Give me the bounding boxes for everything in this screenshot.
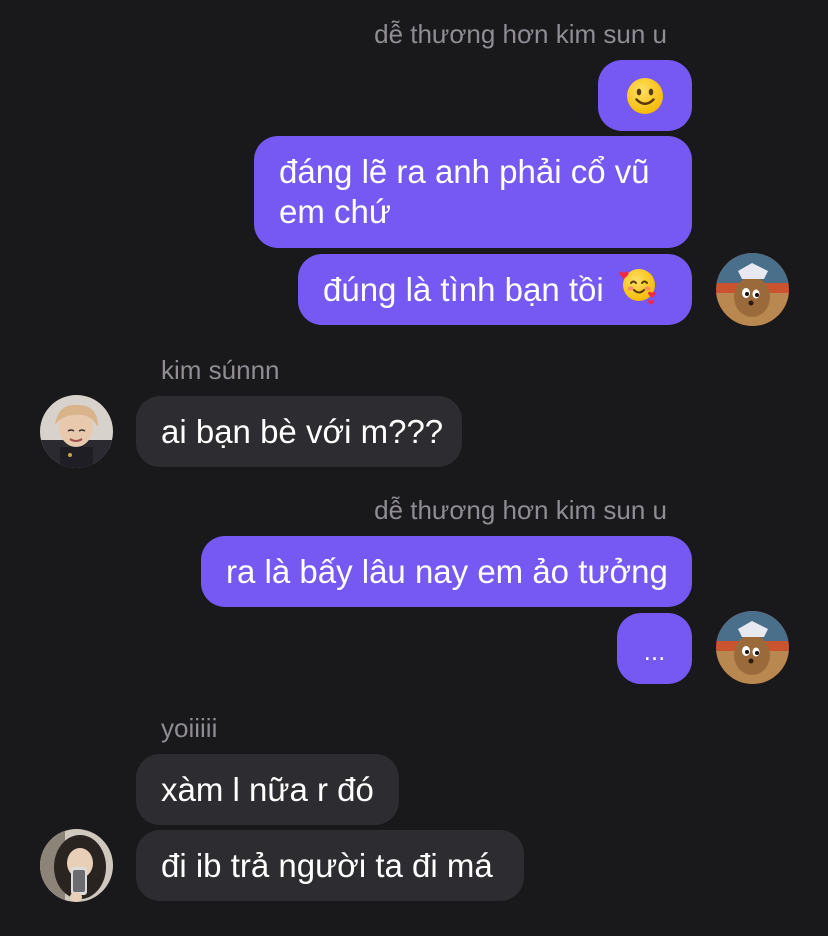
cartoon-mouse-avatar[interactable] xyxy=(716,611,789,684)
message-text: em chứ xyxy=(279,193,391,230)
message-text: xàm l nữa r đó xyxy=(161,771,374,808)
person-photo-avatar[interactable] xyxy=(40,395,113,468)
message-text: ai bạn bè với m??? xyxy=(161,413,444,450)
message-text: đi ib trả người ta đi má xyxy=(161,847,493,884)
message-bubble[interactable] xyxy=(598,60,692,131)
message-bubble[interactable]: đi ib trả người ta đi má xyxy=(136,830,524,901)
sender-name: dễ thương hơn kim sun u xyxy=(374,19,667,49)
sender-name: dễ thương hơn kim sun u xyxy=(374,495,667,525)
message-bubble[interactable]: ... xyxy=(617,613,692,684)
person-selfie-avatar[interactable] xyxy=(40,829,113,902)
slightly-smiling-face-icon xyxy=(626,77,664,124)
message-bubble[interactable]: ai bạn bè với m??? xyxy=(136,396,462,467)
message-text: đáng lẽ ra anh phải cổ vũ xyxy=(279,153,650,190)
message-bubble[interactable]: xàm l nữa r đó xyxy=(136,754,399,825)
message-text: ... xyxy=(643,636,666,666)
cartoon-mouse-avatar[interactable] xyxy=(716,253,789,326)
message-text: đúng là tình bạn tồi xyxy=(323,271,604,308)
message-bubble[interactable]: đáng lẽ ra anh phải cổ vũ em chứ xyxy=(254,136,692,248)
message-bubble[interactable]: ra là bấy lâu nay em ảo tưởng xyxy=(201,536,692,607)
sender-name: kim súnnn xyxy=(161,355,280,385)
smiling-face-with-hearts-icon xyxy=(619,265,659,314)
message-bubble[interactable]: đúng là tình bạn tồi xyxy=(298,254,692,325)
sender-name: yoiiiii xyxy=(161,713,218,743)
message-text: ra là bấy lâu nay em ảo tưởng xyxy=(226,553,668,590)
